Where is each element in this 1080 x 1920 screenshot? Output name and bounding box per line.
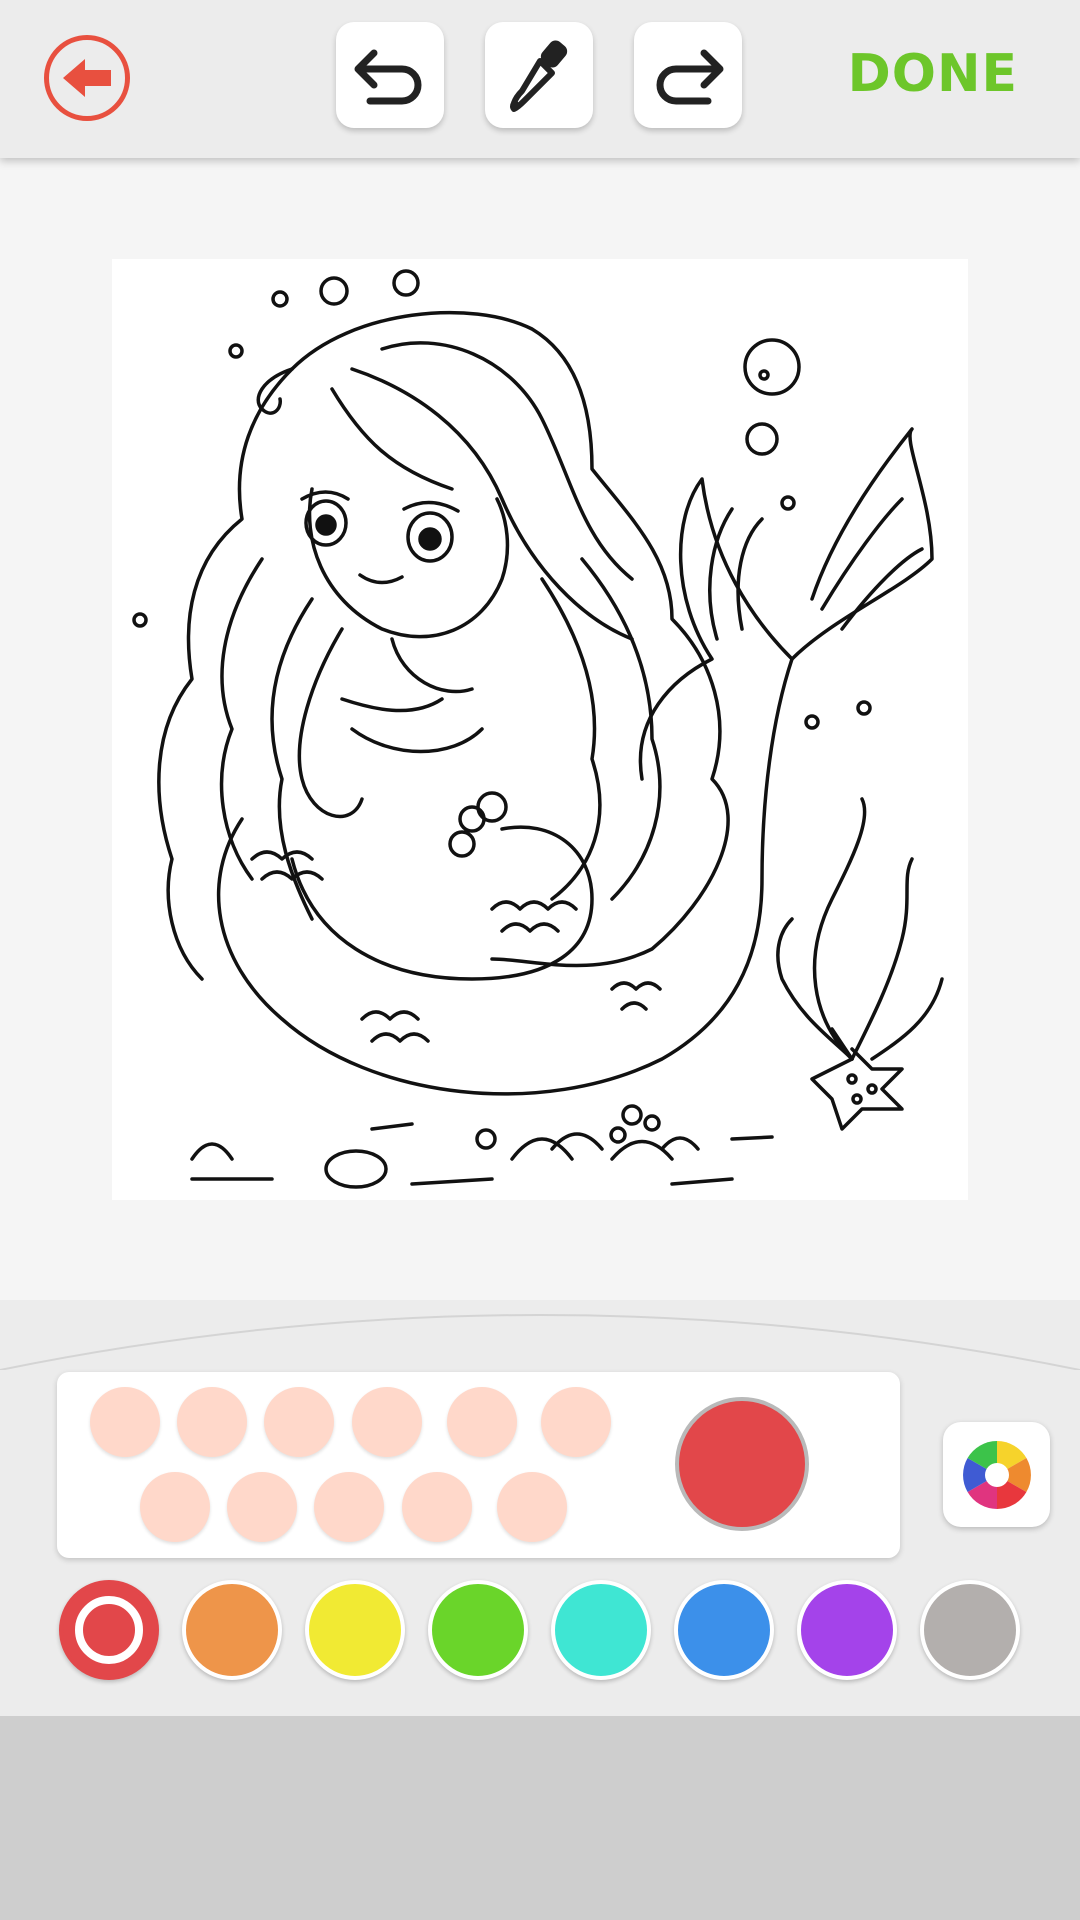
- color-swatch-green[interactable]: [428, 1580, 528, 1680]
- mermaid-line-art: [132, 269, 944, 1189]
- eyedropper-icon: [510, 40, 568, 112]
- recent-swatch[interactable]: [402, 1472, 472, 1542]
- done-button[interactable]: DONE: [848, 44, 1018, 104]
- color-swatch-blue[interactable]: [674, 1580, 774, 1680]
- ad-footer-area: [0, 1716, 1080, 1920]
- color-swatch-yellow[interactable]: [305, 1580, 405, 1680]
- recent-swatch[interactable]: [227, 1472, 297, 1542]
- current-color-indicator[interactable]: [675, 1397, 809, 1531]
- recent-swatch[interactable]: [140, 1472, 210, 1542]
- color-swatch-orange[interactable]: [182, 1580, 282, 1680]
- recent-swatch[interactable]: [497, 1472, 567, 1542]
- eyedropper-button[interactable]: [485, 22, 593, 128]
- recent-swatch[interactable]: [447, 1387, 517, 1457]
- color-swatch-purple[interactable]: [797, 1580, 897, 1680]
- undo-button[interactable]: [336, 22, 444, 128]
- recent-swatch[interactable]: [314, 1472, 384, 1542]
- top-toolbar: DONE: [0, 0, 1080, 158]
- color-swatch-red[interactable]: [59, 1580, 159, 1680]
- arrow-left-icon: [63, 59, 111, 97]
- recent-swatch[interactable]: [264, 1387, 334, 1457]
- color-wheel-icon: [962, 1440, 1031, 1509]
- redo-icon: [656, 49, 724, 105]
- color-wheel-button[interactable]: [943, 1422, 1050, 1527]
- undo-icon: [354, 49, 422, 105]
- redo-button[interactable]: [634, 22, 742, 128]
- coloring-canvas[interactable]: [112, 259, 968, 1200]
- color-swatch-turquoise[interactable]: [551, 1580, 651, 1680]
- back-button[interactable]: [44, 35, 130, 121]
- color-swatch-gray[interactable]: [920, 1580, 1020, 1680]
- recent-swatch[interactable]: [541, 1387, 611, 1457]
- recent-swatch[interactable]: [90, 1387, 160, 1457]
- recent-swatch[interactable]: [352, 1387, 422, 1457]
- palette-curve-edge: [0, 1314, 1080, 1370]
- recent-swatch[interactable]: [177, 1387, 247, 1457]
